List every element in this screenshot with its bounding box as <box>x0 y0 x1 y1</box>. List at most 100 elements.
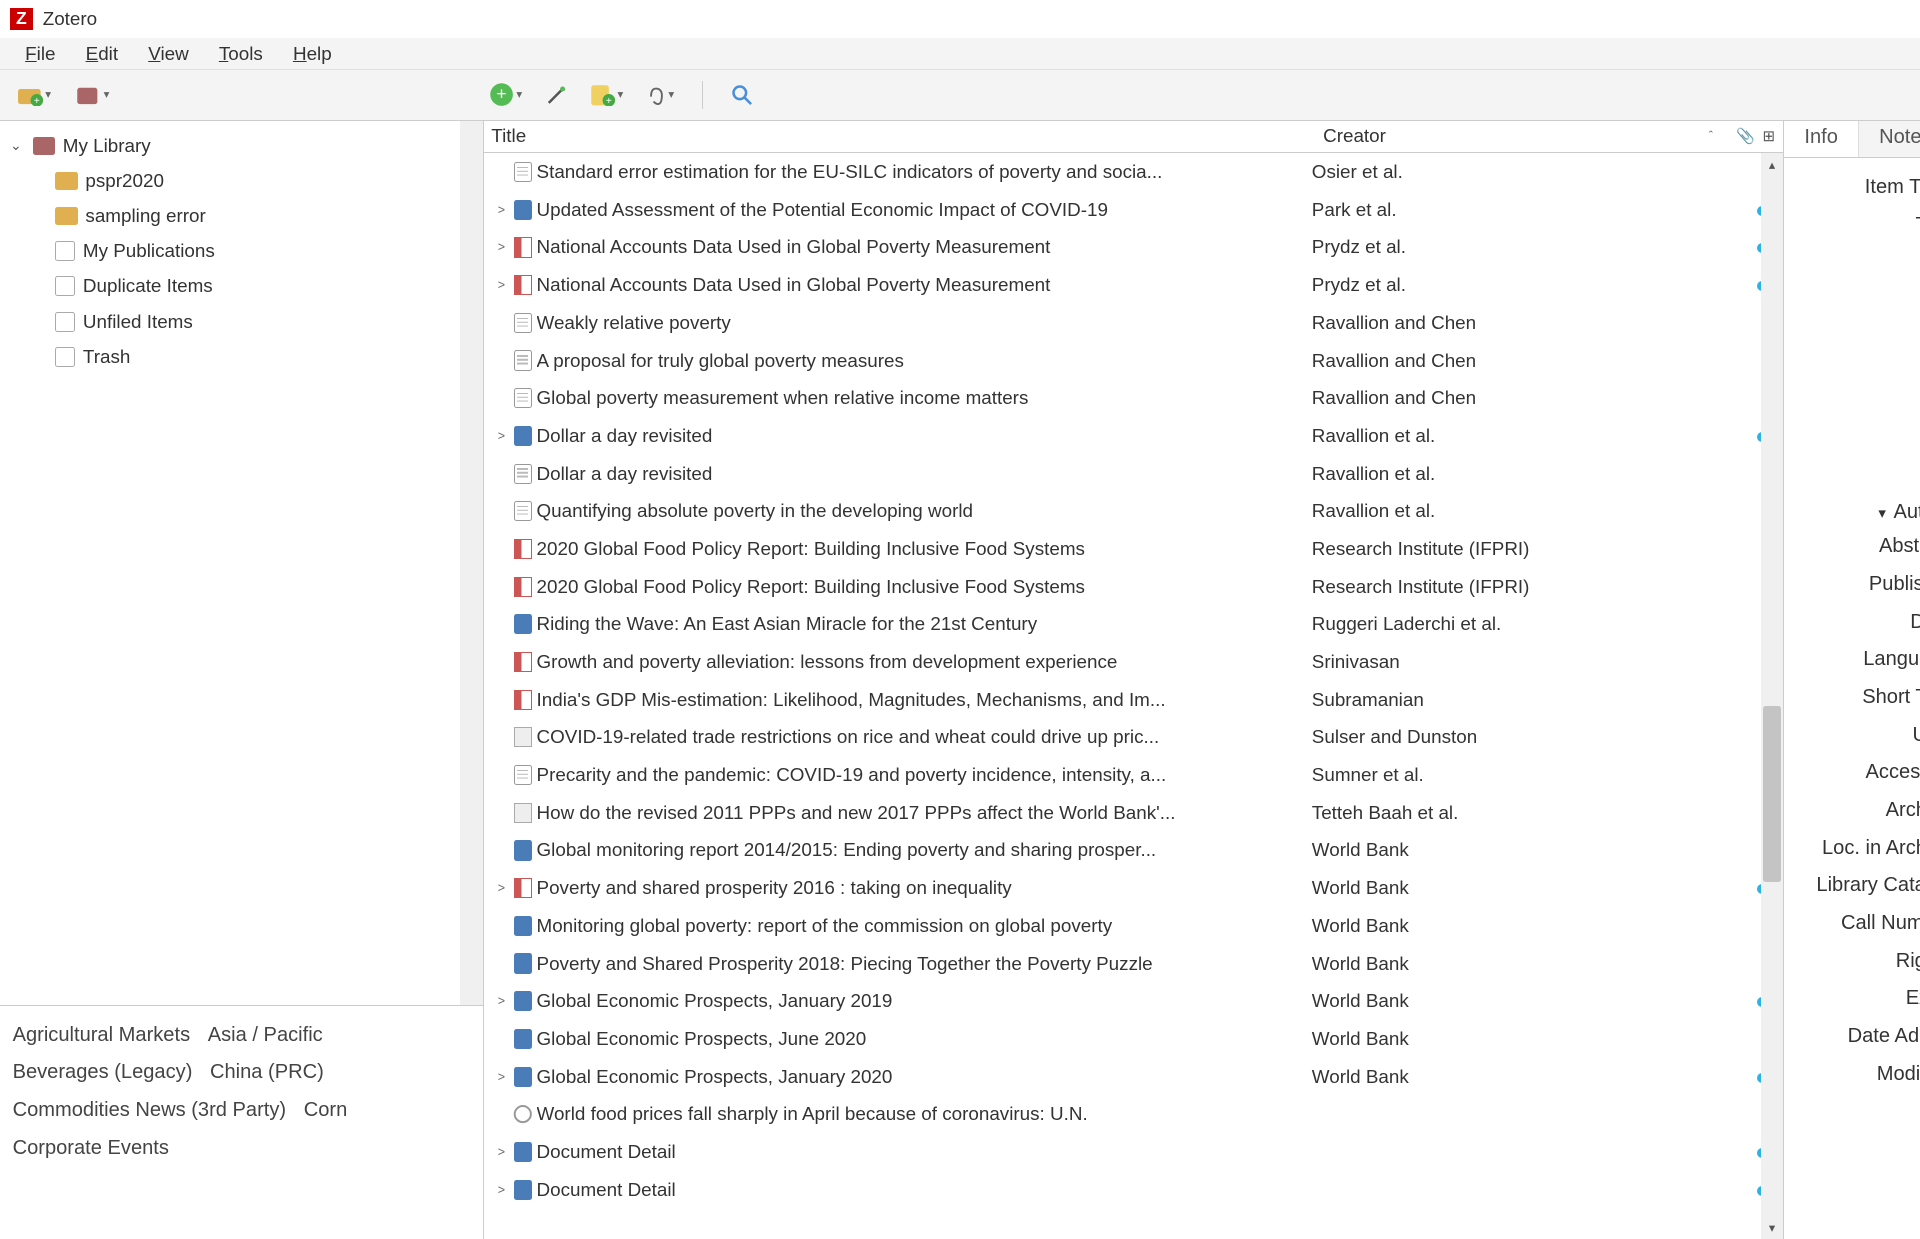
expand-toggle[interactable]: > <box>484 429 509 443</box>
list-item[interactable]: Global Economic Prospects, June 2020 Wor… <box>484 1020 1784 1058</box>
new-note-button[interactable]: + ▾ <box>590 84 623 107</box>
list-item[interactable]: > Updated Assessment of the Potential Ec… <box>484 191 1784 229</box>
tag-item[interactable]: Agricultural Markets <box>13 1017 191 1055</box>
expand-toggle[interactable]: > <box>484 881 509 895</box>
tag-item[interactable]: Beverages (Legacy) <box>13 1054 193 1092</box>
item-title: Monitoring global poverty: report of the… <box>537 915 1310 937</box>
list-item[interactable]: > Document Detail <box>484 1171 1784 1209</box>
list-item[interactable]: Monitoring global poverty: report of the… <box>484 907 1784 945</box>
list-item[interactable]: > Poverty and shared prosperity 2016 : t… <box>484 869 1784 907</box>
list-item[interactable]: Dollar a day revisited Ravallion et al. <box>484 455 1784 493</box>
toolbar-separator <box>702 81 703 109</box>
item-title: Global Economic Prospects, January 2020 <box>537 1066 1310 1088</box>
list-item[interactable]: Riding the Wave: An East Asian Miracle f… <box>484 606 1784 644</box>
list-item[interactable]: Global monitoring report 2014/2015: Endi… <box>484 832 1784 870</box>
list-item[interactable]: Quantifying absolute poverty in the deve… <box>484 492 1784 530</box>
expand-toggle[interactable]: > <box>484 278 509 292</box>
chevron-down-icon: ▾ <box>516 88 522 101</box>
library-icon <box>33 137 56 155</box>
column-extras[interactable]: 📎 ⊞ <box>1720 127 1783 145</box>
item-title: Updated Assessment of the Potential Econ… <box>537 199 1310 221</box>
list-item[interactable]: > National Accounts Data Used in Global … <box>484 229 1784 267</box>
tag-item[interactable]: Corn <box>304 1092 348 1130</box>
chevron-down-icon[interactable]: ▾ <box>1878 504 1886 522</box>
menu-edit[interactable]: Edit <box>73 40 131 67</box>
tree-label: Trash <box>83 346 130 368</box>
list-item[interactable]: 2020 Global Food Policy Report: Building… <box>484 530 1784 568</box>
list-item[interactable]: Precarity and the pandemic: COVID-19 and… <box>484 756 1784 794</box>
tree-item[interactable]: sampling error <box>0 198 483 233</box>
item-title: Poverty and Shared Prosperity 2018: Piec… <box>537 953 1310 975</box>
list-item[interactable]: Global poverty measurement when relative… <box>484 379 1784 417</box>
item-type-icon <box>509 1029 537 1049</box>
attach-button[interactable]: ▾ <box>646 84 674 107</box>
tag-item[interactable]: Asia / Pacific <box>208 1017 323 1055</box>
menu-view[interactable]: View <box>136 40 202 67</box>
expand-toggle[interactable]: > <box>484 1183 509 1197</box>
advanced-search-button[interactable] <box>731 84 754 107</box>
list-item[interactable]: 2020 Global Food Policy Report: Building… <box>484 568 1784 606</box>
tag-item[interactable]: Commodities News (3rd Party) <box>13 1092 287 1130</box>
list-item[interactable]: > Dollar a day revisited Ravallion et al… <box>484 417 1784 455</box>
new-collection-button[interactable]: + ▾ <box>18 84 51 107</box>
list-item[interactable]: Poverty and Shared Prosperity 2018: Piec… <box>484 945 1784 983</box>
field-label: Abstract <box>1802 535 1920 558</box>
tree-item[interactable]: Unfiled Items <box>0 304 483 339</box>
menu-file[interactable]: File <box>13 40 68 67</box>
expand-icon[interactable]: ⌄ <box>10 137 25 154</box>
list-item[interactable]: A proposal for truly global poverty meas… <box>484 342 1784 380</box>
menu-help[interactable]: Help <box>280 40 344 67</box>
item-creator: Ravallion and Chen <box>1309 350 1740 372</box>
scroll-down-icon[interactable]: ▾ <box>1761 1216 1784 1239</box>
tree-label: Unfiled Items <box>83 311 193 333</box>
list-item[interactable]: Standard error estimation for the EU-SIL… <box>484 153 1784 191</box>
app-logo: Z <box>10 8 33 31</box>
tag-item[interactable]: China (PRC) <box>210 1054 324 1092</box>
expand-toggle[interactable]: > <box>484 240 509 254</box>
column-creator[interactable]: Creator ˆ <box>1316 125 1721 147</box>
expand-toggle[interactable]: > <box>484 1145 509 1159</box>
tag-item[interactable]: Corporate Events <box>13 1130 169 1168</box>
folder-icon <box>55 172 78 190</box>
new-item-button[interactable]: + ▾ <box>489 82 522 107</box>
list-item[interactable]: World food prices fall sharply in April … <box>484 1095 1784 1133</box>
list-item[interactable]: > National Accounts Data Used in Global … <box>484 266 1784 304</box>
list-item[interactable]: India's GDP Mis-estimation: Likelihood, … <box>484 681 1784 719</box>
item-title: Weakly relative poverty <box>537 312 1310 334</box>
list-item[interactable]: Weakly relative poverty Ravallion and Ch… <box>484 304 1784 342</box>
column-title[interactable]: Title <box>484 125 1316 147</box>
list-item[interactable]: > Global Economic Prospects, January 202… <box>484 1058 1784 1096</box>
tree-item[interactable]: Trash <box>0 339 483 374</box>
tree-label: pspr2020 <box>85 170 164 192</box>
item-creator: World Bank <box>1309 953 1740 975</box>
item-list[interactable]: Standard error estimation for the EU-SIL… <box>484 153 1784 1239</box>
magic-wand-button[interactable] <box>545 84 568 107</box>
tree-item[interactable]: Duplicate Items <box>0 269 483 304</box>
list-item[interactable]: > Global Economic Prospects, January 201… <box>484 982 1784 1020</box>
tab-info[interactable]: Info <box>1784 121 1859 158</box>
list-item[interactable]: How do the revised 2011 PPPs and new 201… <box>484 794 1784 832</box>
scroll-thumb[interactable] <box>1763 706 1781 882</box>
list-item[interactable]: COVID-19-related trade restrictions on r… <box>484 719 1784 757</box>
item-creator: Sumner et al. <box>1309 764 1740 786</box>
item-creator: Srinivasan <box>1309 651 1740 673</box>
item-title: Riding the Wave: An East Asian Miracle f… <box>537 613 1310 635</box>
item-list-scrollbar[interactable]: ▴ ▾ <box>1761 153 1784 1239</box>
list-item[interactable]: > Document Detail <box>484 1133 1784 1171</box>
field-label: Rights <box>1802 950 1920 973</box>
tab-notes[interactable]: Notes <box>1859 121 1920 158</box>
tree-root[interactable]: ⌄ My Library <box>0 128 483 163</box>
list-item[interactable]: Growth and poverty alleviation: lessons … <box>484 643 1784 681</box>
window-titlebar: Z Zotero — 🗖 ✕ <box>0 0 1920 38</box>
tree-item[interactable]: pspr2020 <box>0 163 483 198</box>
expand-toggle[interactable]: > <box>484 1070 509 1084</box>
menu-tools[interactable]: Tools <box>206 40 275 67</box>
tree-scrollbar[interactable] <box>460 121 483 1006</box>
svg-text:+: + <box>496 84 506 104</box>
expand-toggle[interactable]: > <box>484 994 509 1008</box>
scroll-up-icon[interactable]: ▴ <box>1761 153 1784 176</box>
new-library-button[interactable]: ▾ <box>76 84 109 107</box>
expand-toggle[interactable]: > <box>484 203 509 217</box>
tree-item[interactable]: My Publications <box>0 234 483 269</box>
author-label[interactable]: Author <box>1893 501 1920 524</box>
